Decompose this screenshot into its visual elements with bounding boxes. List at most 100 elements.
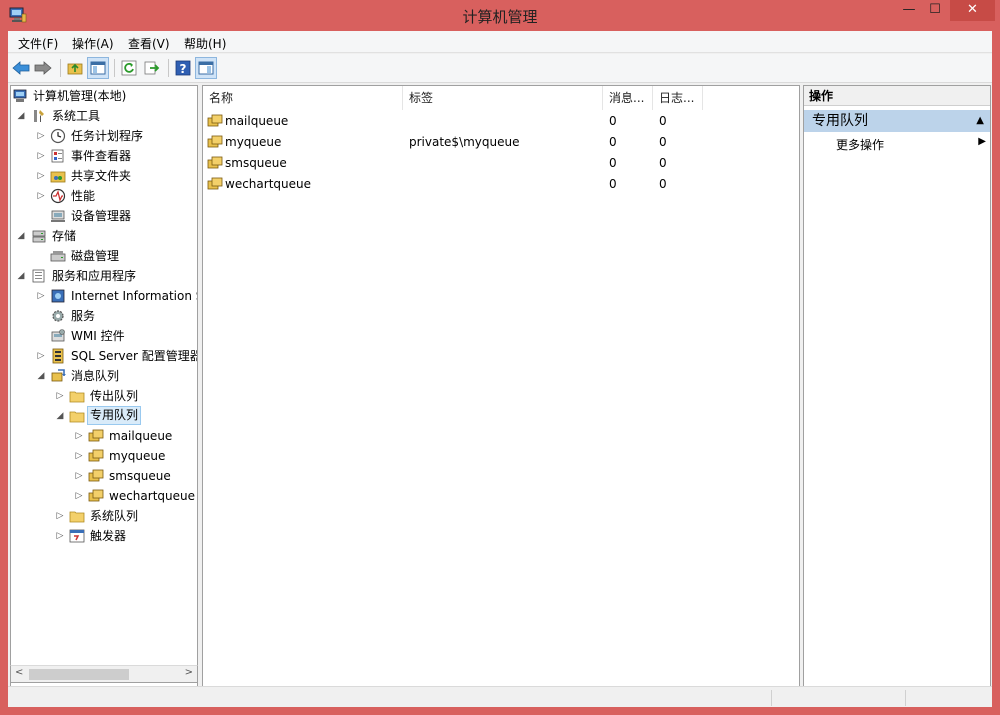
show-hide-console-tree-button[interactable] (87, 57, 109, 79)
performance-icon (50, 188, 66, 204)
tree-label: 性能 (71, 189, 96, 203)
collapsed-arrow-icon[interactable]: ▷ (55, 526, 65, 546)
actions-section-private-queues[interactable]: 专用队列 ▲ (804, 110, 990, 132)
expanded-arrow-icon[interactable]: ◢ (55, 406, 65, 426)
close-button[interactable]: ✕ (950, 0, 995, 21)
minimize-button[interactable]: — (896, 0, 922, 21)
queue-icon (207, 156, 223, 169)
tree-label: 服务 (71, 309, 96, 323)
export-list-button[interactable] (141, 57, 163, 79)
tree-label: SQL Server 配置管理器 (71, 349, 198, 363)
window-title: 计算机管理 (462, 8, 538, 26)
column-header-journal[interactable]: 日志... (653, 86, 703, 110)
shared-folder-icon (50, 171, 66, 183)
folder-up-icon (67, 63, 83, 75)
tree-label: 存储 (52, 229, 77, 243)
cell-name: mailqueue (225, 114, 289, 128)
collapsed-arrow-icon[interactable]: ▷ (55, 386, 65, 406)
cell-journal: 0 (659, 114, 667, 128)
column-header-messages[interactable]: 消息... (603, 86, 653, 110)
tree-label: 设备管理器 (71, 209, 132, 223)
client-area: 文件(F) 操作(A) 查看(V) 帮助(H) ? 计算机管理(本地) ◢ 系统… (8, 31, 992, 707)
toolbar-separator (168, 59, 169, 77)
scroll-right-icon[interactable]: > (185, 667, 193, 678)
column-header-name[interactable]: 名称 (203, 86, 403, 110)
collapsed-arrow-icon[interactable]: ▷ (36, 146, 46, 166)
cell-name: myqueue (225, 135, 282, 149)
scrollbar-thumb[interactable] (29, 669, 129, 680)
tree-horizontal-scrollbar[interactable]: < > (10, 665, 198, 683)
tree-label: 磁盘管理 (71, 249, 120, 263)
expanded-arrow-icon[interactable]: ◢ (36, 366, 46, 386)
status-separator (771, 690, 772, 706)
queue-icon (88, 469, 104, 482)
tree-label: WMI 控件 (71, 329, 125, 343)
list-item[interactable]: wechartqueue 0 0 (207, 174, 787, 195)
computer-icon (13, 89, 27, 102)
maximize-button[interactable]: ☐ (922, 0, 948, 21)
collapsed-arrow-icon[interactable]: ▷ (55, 506, 65, 526)
collapsed-arrow-icon[interactable]: ▷ (36, 126, 46, 146)
toolbar-separator (60, 59, 61, 77)
list-item[interactable]: smsqueue 0 0 (207, 153, 787, 174)
collapsed-arrow-icon[interactable]: ▷ (36, 186, 46, 206)
up-one-level-button[interactable] (64, 57, 86, 79)
cell-journal: 0 (659, 135, 667, 149)
menu-help[interactable]: 帮助(H) (184, 35, 226, 52)
collapsed-arrow-icon[interactable]: ▷ (74, 466, 84, 486)
title-bar[interactable]: 计算机管理 — ☐ ✕ (0, 0, 1000, 31)
iis-icon (51, 289, 65, 303)
list-item[interactable]: myqueue private$\myqueue 0 0 (207, 132, 787, 153)
expanded-arrow-icon[interactable]: ◢ (16, 106, 26, 126)
collapsed-arrow-icon[interactable]: ▷ (36, 346, 46, 366)
menu-view[interactable]: 查看(V) (128, 35, 170, 52)
more-actions-label: 更多操作 (836, 138, 885, 152)
status-separator (905, 690, 906, 706)
list-item[interactable]: mailqueue 0 0 (207, 111, 787, 132)
tree-label-selected: 专用队列 (87, 406, 142, 425)
tree-label: 计算机管理(本地) (33, 89, 127, 103)
collapsed-arrow-icon[interactable]: ▷ (74, 486, 84, 506)
tree-label: 服务和应用程序 (52, 269, 137, 283)
cell-name: smsqueue (225, 156, 287, 170)
tools-icon (34, 110, 44, 122)
svg-text:?: ? (180, 62, 187, 76)
tree-label: 共享文件夹 (71, 169, 132, 183)
menu-bar: 文件(F) 操作(A) 查看(V) 帮助(H) (8, 31, 992, 53)
menu-action[interactable]: 操作(A) (72, 35, 114, 52)
back-button[interactable] (10, 57, 32, 79)
gear-icon (52, 310, 64, 322)
console-tree: 计算机管理(本地) ◢ 系统工具 ▷ 任务计划程序 ▷ 事件查看器 ▷ 共享文件 (10, 85, 198, 687)
expanded-arrow-icon[interactable]: ◢ (16, 226, 26, 246)
tree-label: 消息队列 (71, 369, 120, 383)
refresh-button[interactable] (118, 57, 140, 79)
expanded-arrow-icon[interactable]: ◢ (16, 266, 26, 286)
cell-messages: 0 (609, 135, 617, 149)
collapsed-arrow-icon[interactable]: ▷ (36, 166, 46, 186)
collapsed-arrow-icon[interactable]: ▷ (36, 286, 46, 306)
queue-icon (88, 429, 104, 442)
event-viewer-icon (51, 149, 64, 163)
tree-label: 传出队列 (90, 389, 139, 403)
collapsed-arrow-icon[interactable]: ▷ (74, 426, 84, 446)
forward-arrow-icon (34, 61, 52, 75)
tree-label: 事件查看器 (71, 149, 132, 163)
message-queue-icon (51, 369, 66, 382)
show-hide-action-pane-button[interactable] (195, 57, 217, 79)
cell-messages: 0 (609, 156, 617, 170)
refresh-icon (121, 60, 137, 76)
disk-icon (50, 251, 66, 262)
collapsed-arrow-icon[interactable]: ▷ (74, 446, 84, 466)
scroll-left-icon[interactable]: < (15, 667, 23, 678)
help-button[interactable]: ? (172, 57, 194, 79)
forward-button[interactable] (32, 57, 54, 79)
actions-header: 操作 (804, 86, 990, 106)
tree-label: 任务计划程序 (71, 129, 144, 143)
column-header-label[interactable]: 标签 (403, 86, 603, 110)
queue-icon (207, 177, 223, 190)
more-actions-item[interactable]: 更多操作 ▶ (836, 136, 986, 153)
queue-icon (88, 489, 104, 502)
collapse-up-icon[interactable]: ▲ (976, 110, 984, 132)
tree-label: wechartqueue (109, 489, 195, 503)
menu-file[interactable]: 文件(F) (18, 35, 58, 52)
